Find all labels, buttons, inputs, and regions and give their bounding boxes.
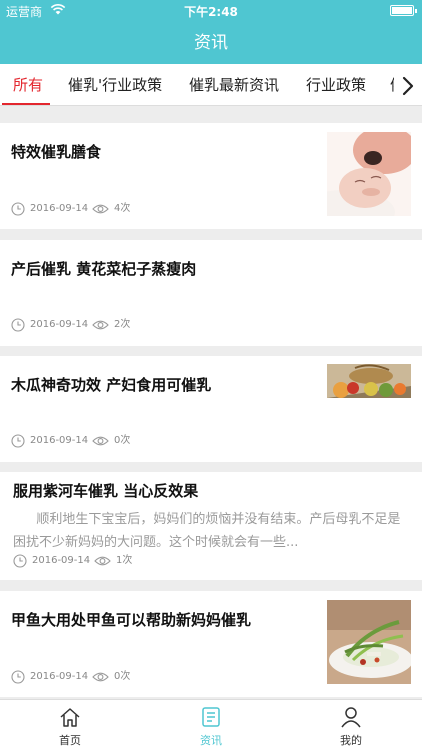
eye-icon <box>92 320 109 330</box>
article-thumbnail <box>327 364 411 398</box>
home-icon <box>60 708 80 727</box>
article-date: 2016-09-14 <box>30 203 89 214</box>
news-icon <box>202 707 220 727</box>
eye-icon <box>92 436 109 446</box>
article-date: 2016-09-14 <box>30 435 89 446</box>
category-tabs: 所有 催乳'行业政策 催乳最新资讯 行业政策 催乳 <box>0 64 422 106</box>
nav-bar: 资讯 <box>0 22 422 64</box>
status-bar: 运营商 下午2:48 <box>0 0 422 22</box>
article-item[interactable]: 服用紫河车催乳 当心反效果 顺利地生下宝宝后，妈妈们的烦恼并没有结束。产后母乳不… <box>0 472 422 580</box>
status-time: 下午2:48 <box>184 5 238 19</box>
active-tab-indicator <box>2 103 50 105</box>
article-views: 4次 <box>114 203 131 214</box>
article-excerpt: 顺利地生下宝宝后，妈妈们的烦恼并没有结束。产后母乳不足是困扰不少新妈妈的大问题。… <box>13 512 401 550</box>
article-title: 木瓜神奇功效 产妇食用可催乳 <box>11 376 212 394</box>
article-item[interactable]: 产后催乳 黄花菜杞子蒸瘦肉 2016-09-14 2次 <box>0 240 422 346</box>
tab-all[interactable]: 所有 <box>13 64 43 105</box>
tabbar-home[interactable]: 首页 <box>30 700 110 750</box>
eye-icon <box>94 556 111 566</box>
tab-cuiru-industry-policy[interactable]: 催乳'行业政策 <box>68 64 162 105</box>
article-item[interactable]: 木瓜神奇功效 产妇食用可催乳 2016-09-14 0次 <box>0 356 422 462</box>
eye-icon <box>92 672 109 682</box>
article-item[interactable]: 特效催乳膳食 2016-09-14 4次 <box>0 123 422 229</box>
article-thumbnail <box>327 132 411 216</box>
article-views: 1次 <box>116 555 133 566</box>
article-date: 2016-09-14 <box>30 671 89 682</box>
tabbar-mine[interactable]: 我的 <box>311 700 391 750</box>
article-date: 2016-09-14 <box>30 319 89 330</box>
tabs-more-button[interactable] <box>394 64 422 105</box>
article-title: 产后催乳 黄花菜杞子蒸瘦肉 <box>11 260 197 278</box>
clock-icon <box>11 670 25 684</box>
tabbar-news[interactable]: 资讯 <box>171 700 251 750</box>
tabbar-home-label: 首页 <box>59 734 81 747</box>
article-views: 0次 <box>114 435 131 446</box>
chevron-right-icon <box>402 76 414 96</box>
tab-industry-policy[interactable]: 行业政策 <box>306 64 366 105</box>
clock-icon <box>11 318 25 332</box>
article-title: 服用紫河车催乳 当心反效果 <box>13 482 199 500</box>
user-icon <box>341 707 361 728</box>
article-thumbnail <box>327 600 411 684</box>
bottom-tab-bar: 首页 资讯 我的 <box>0 699 422 750</box>
tab-cuiru-latest-news[interactable]: 催乳最新资讯 <box>189 64 279 105</box>
article-title: 甲鱼大用处甲鱼可以帮助新妈妈催乳 <box>11 611 252 629</box>
page-title: 资讯 <box>194 33 228 53</box>
article-date: 2016-09-14 <box>32 555 91 566</box>
eye-icon <box>92 204 109 214</box>
article-item[interactable]: 甲鱼大用处甲鱼可以帮助新妈妈催乳 2016-09-14 0次 <box>0 591 422 697</box>
tabbar-mine-label: 我的 <box>340 734 362 747</box>
article-views: 2次 <box>114 319 131 330</box>
battery-icon <box>390 5 417 16</box>
clock-icon <box>11 202 25 216</box>
article-title: 特效催乳膳食 <box>11 143 102 161</box>
article-views: 0次 <box>114 671 131 682</box>
clock-icon <box>11 434 25 448</box>
clock-icon <box>13 554 27 568</box>
tabbar-news-label: 资讯 <box>200 734 222 747</box>
